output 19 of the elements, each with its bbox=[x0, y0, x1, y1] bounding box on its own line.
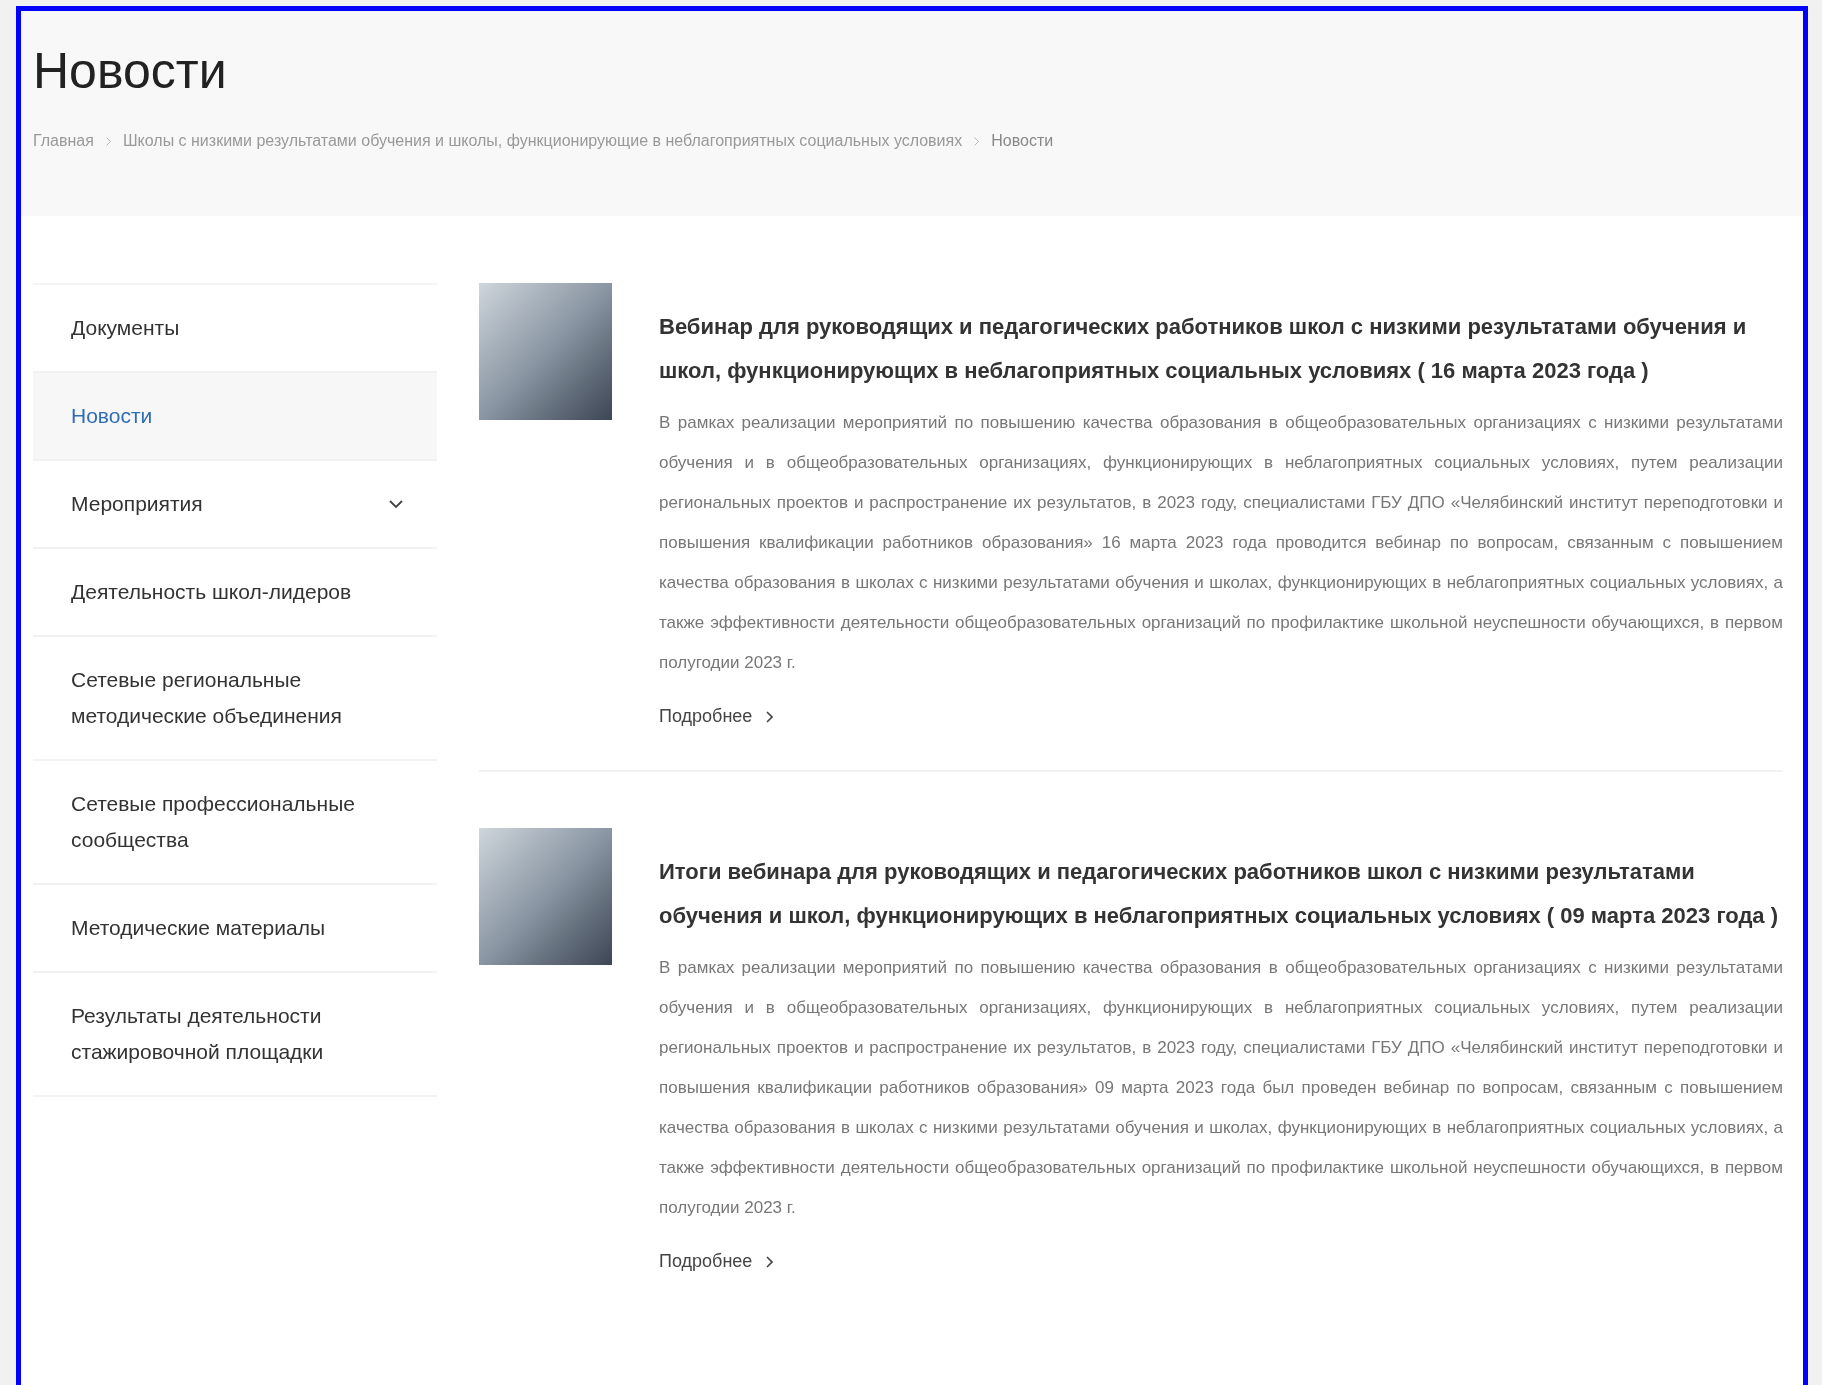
sidebar-item[interactable]: Сетевые региональные методические объединения bbox=[33, 637, 437, 761]
sidebar-item[interactable]: Новости bbox=[33, 373, 437, 461]
sidebar-item[interactable]: Сетевые профессиональные сообщества bbox=[33, 761, 437, 885]
sidebar-item[interactable]: Методические материалы bbox=[33, 885, 437, 973]
news-title[interactable]: Итоги вебинара для руководящих и педагогических работников школ с низкими результатами обучения и школ, функционирующих в неблагоприятных социальных условиях ( 09 марта 2023 года ) bbox=[659, 850, 1783, 938]
sidebar-item[interactable]: Деятельность школ-лидеров bbox=[33, 549, 437, 637]
sidebar-item[interactable]: Результаты деятельности стажировочной площадки bbox=[33, 973, 437, 1097]
page-title: Новости bbox=[33, 42, 227, 101]
chevron-right-icon bbox=[766, 710, 774, 723]
sidebar-item[interactable]: Мероприятия bbox=[33, 461, 437, 549]
news-text: В рамках реализации мероприятий по повышению качества образования в общеобразовательных организациях с низкими результатами обучения и в общеобразовательных организациях, функционирующих в неблагоприятных социальных условиях, путем реализации региональных проектов и распространение их результатов, в 2023 году, специалистами ГБУ ДПО «Челябинский институт переподготовки и повышения квалификации работников образования» 09 марта 2023 года был проведен вебинар по вопросам, связанным с повышением качества образования в школах с низкими результатами обучения и школах, функционирующих в неблагоприятных социальных условиях, а также эффективности деятельности общеобразовательных организаций по профилактике школьной неуспешности обучающихся, в первом полугодии 2023 г. bbox=[659, 957, 1783, 1219]
chevron-right-icon bbox=[974, 136, 980, 146]
news-text: В рамках реализации мероприятий по повышению качества образования в общеобразовательных организациях с низкими результатами обучения и в общеобразовательных организациях, функционирующих в неблагоприятных социальных условиях, путем реализации региональных проектов и распространение их результатов, в 2023 году, специалистами ГБУ ДПО «Челябинский институт переподготовки и повышения квалификации работников образования» 16 марта 2023 года проводится вебинар по вопросам, связанным с повышением качества образования в школах с низкими результатами обучения и школах, функционирующих в неблагоприятных социальных условиях, а также эффективности деятельности общеобразовательных организаций по профилактике школьной неуспешности обучающихся, в первом полугодии 2023 г. bbox=[659, 412, 1783, 674]
chevron-right-icon bbox=[766, 1255, 774, 1268]
chevron-right-icon bbox=[105, 136, 111, 146]
news-title[interactable]: Вебинар для руководящих и педагогических работников школ с низкими результатами обучения и школ, функционирующих в неблагоприятных социальных условиях ( 16 марта 2023 года ) bbox=[659, 305, 1783, 393]
more-link[interactable]: Подробнее bbox=[659, 1248, 774, 1275]
more-link[interactable]: Подробнее bbox=[659, 703, 774, 730]
breadcrumb-current: Новости bbox=[991, 131, 1054, 151]
